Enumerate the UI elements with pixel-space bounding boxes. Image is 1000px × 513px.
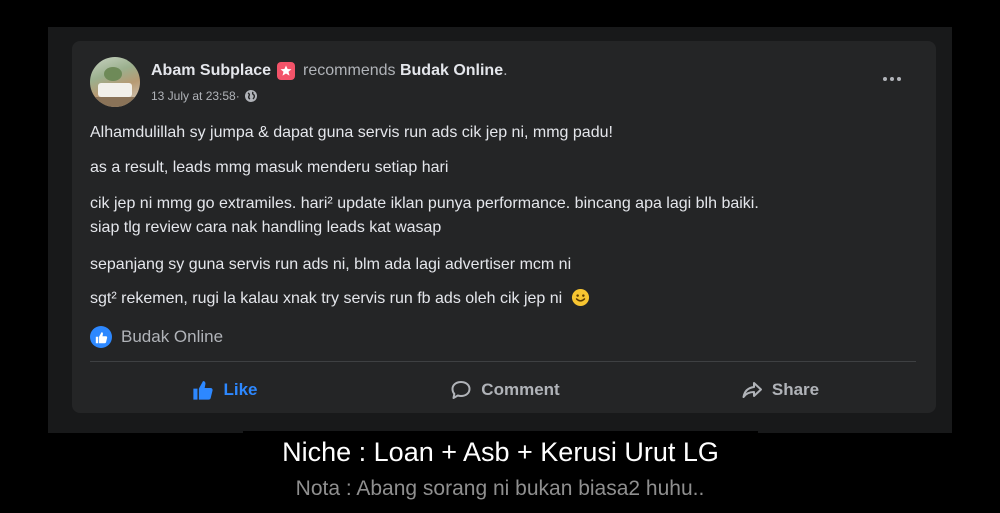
author-avatar[interactable] [90, 57, 140, 107]
comment-bubble-icon [451, 381, 471, 399]
post-line-1: Alhamdulillah sy jumpa & dapat guna serv… [90, 124, 613, 141]
comment-button[interactable]: Comment [430, 374, 580, 406]
post-line-6: sgt² rekemen, rugi la kalau xnak try ser… [90, 290, 563, 307]
post-line-3: cik jep ni mmg go extramiles. hari² upda… [90, 195, 759, 212]
like-button[interactable]: Like [160, 374, 290, 406]
post-header: Abam Subplace recommends Budak Online . [151, 61, 508, 81]
author-name[interactable]: Abam Subplace [151, 62, 271, 80]
recommendation-badge-icon [277, 62, 296, 80]
share-arrow-icon [742, 382, 762, 398]
niche-caption: Niche : Loan + Asb + Kerusi Urut LG [243, 431, 758, 473]
recommended-page-name[interactable]: Budak Online [121, 327, 223, 347]
share-label: Share [771, 380, 820, 399]
post-line-5: sepanjang sy guna servis run ads ni, blm… [90, 256, 572, 273]
post-line-6-row: sgt² rekemen, rugi la kalau xnak try ser… [90, 288, 920, 310]
like-label: Like [223, 380, 258, 399]
comment-label: Comment [481, 380, 560, 399]
recommended-page-row[interactable]: Budak Online [90, 324, 223, 350]
header-period: . [503, 62, 508, 79]
smile-emoji-icon [571, 288, 589, 307]
recommends-text: recommends [303, 62, 396, 79]
post-meta: 13 July at 23:58 · [151, 88, 258, 104]
meta-separator: · [235, 89, 240, 103]
post-line-4: siap tlg review cara nak handling leads … [90, 219, 442, 236]
action-divider [90, 361, 916, 362]
recommended-page-link[interactable]: Budak Online [400, 62, 503, 80]
globe-icon [244, 90, 257, 102]
thumbs-up-icon [193, 381, 214, 400]
thumbs-up-badge-icon [90, 326, 112, 348]
note-caption: Nota : Abang sorang ni bukan biasa2 huhu… [295, 477, 705, 500]
post-timestamp[interactable]: 13 July at 23:58 [151, 89, 236, 103]
post-line-2: as a result, leads mmg masuk menderu set… [90, 159, 449, 176]
more-options-icon[interactable] [878, 70, 906, 88]
share-button[interactable]: Share [722, 374, 838, 406]
